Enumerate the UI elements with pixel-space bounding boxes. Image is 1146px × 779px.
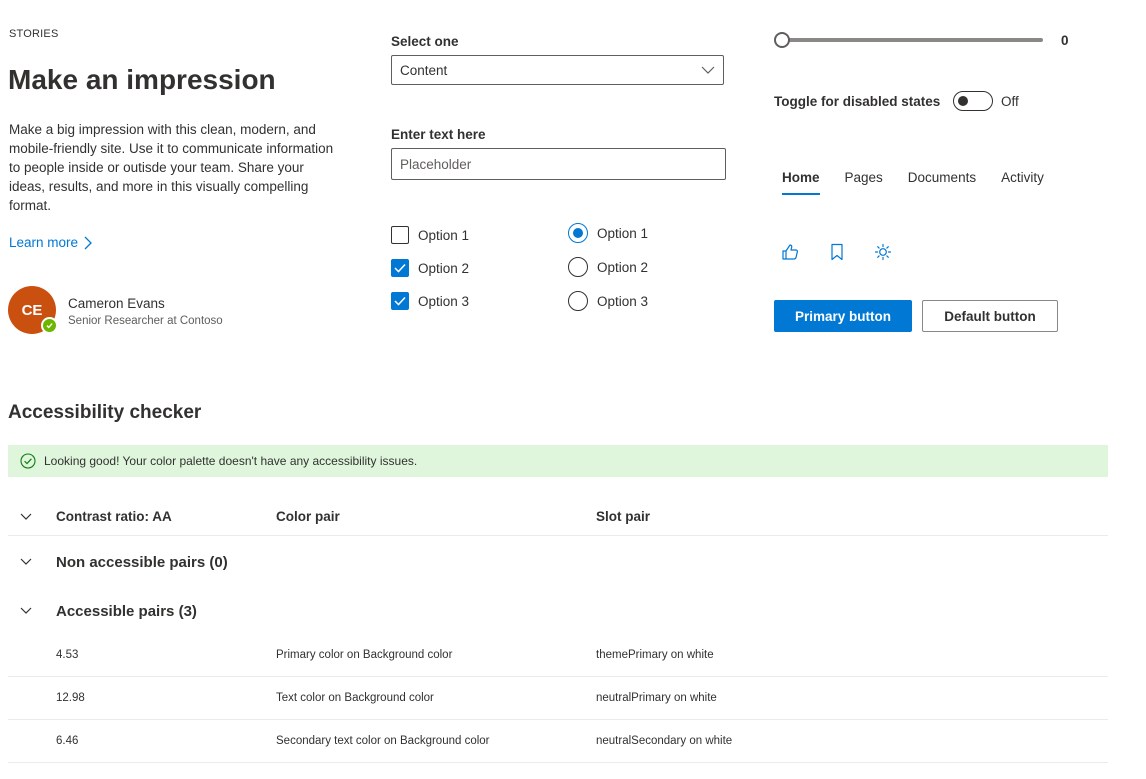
tab-activity[interactable]: Activity (993, 160, 1052, 195)
section-eyebrow: STORIES (9, 28, 59, 40)
contrast-ratio-cell: 4.53 (56, 649, 79, 661)
bookmark-button[interactable] (821, 236, 853, 268)
slider-value: 0 (1061, 33, 1069, 48)
group-expand-toggle[interactable] (8, 607, 44, 615)
tab-home[interactable]: Home (774, 160, 828, 195)
radio-option-1[interactable]: Option 1 (568, 223, 648, 243)
disabled-states-toggle[interactable] (953, 91, 993, 111)
like-button[interactable] (774, 236, 806, 268)
radio-unselected[interactable] (568, 257, 588, 277)
column-header-contrast[interactable]: Contrast ratio: AA (56, 509, 172, 524)
avatar-initials: CE (21, 301, 43, 319)
contrast-ratio-cell: 12.98 (56, 692, 85, 704)
radio-selected[interactable] (568, 223, 588, 243)
bookmark-icon (831, 243, 843, 261)
checkbox-option-2[interactable]: Option 2 (391, 259, 469, 277)
checkmark-icon (394, 296, 406, 306)
success-check-icon (20, 453, 36, 469)
radio-option-2[interactable]: Option 2 (568, 257, 648, 277)
like-icon (782, 244, 798, 260)
avatar: CE (8, 286, 58, 334)
slot-pair-cell: neutralSecondary on white (596, 735, 733, 747)
text-input[interactable] (391, 148, 726, 180)
learn-more-link[interactable]: Learn more (9, 235, 92, 250)
tab-pages[interactable]: Pages (837, 160, 891, 195)
primary-button[interactable]: Primary button (774, 300, 912, 332)
persona-role: Senior Researcher at Contoso (68, 315, 223, 327)
checkbox-unchecked[interactable] (391, 226, 409, 244)
chevron-down-icon (20, 607, 32, 614)
learn-more-label: Learn more (9, 235, 79, 250)
chevron-down-icon (701, 66, 715, 74)
table-row[interactable]: 4.53 Primary color on Background color t… (8, 634, 1108, 677)
checkbox-option-3[interactable]: Option 3 (391, 292, 469, 310)
chevron-right-icon (84, 236, 92, 249)
checkmark-icon (394, 263, 406, 273)
dropdown-label: Select one (391, 34, 459, 49)
table-row[interactable]: 12.98 Text color on Background color neu… (8, 677, 1108, 720)
group-expand-toggle[interactable] (8, 558, 44, 566)
slider-track[interactable] (781, 38, 1043, 42)
accessibility-checker-title: Accessibility checker (8, 402, 202, 423)
content-dropdown[interactable]: Content (391, 55, 724, 85)
column-header-slot-pair[interactable]: Slot pair (596, 509, 650, 524)
checkbox-label: Option 1 (418, 227, 470, 243)
color-pair-cell: Text color on Background color (276, 692, 434, 704)
hero-description: Make a big impression with this clean, m… (9, 122, 334, 213)
radio-option-3[interactable]: Option 3 (568, 291, 648, 311)
brightness-icon (874, 243, 892, 261)
presence-available-icon (41, 317, 58, 334)
persona-name: Cameron Evans (68, 296, 165, 311)
group-header-non-accessible[interactable]: Non accessible pairs (0) (8, 538, 1108, 586)
pivot-tabs: Home Pages Documents Activity (774, 160, 1061, 195)
checkbox-option-1[interactable]: Option 1 (391, 226, 469, 244)
dropdown-value: Content (400, 62, 448, 78)
chevron-down-icon (20, 513, 32, 520)
column-header-color-pair[interactable]: Color pair (276, 509, 340, 524)
table-row[interactable]: 6.46 Secondary text color on Background … (8, 720, 1108, 763)
slot-pair-cell: themePrimary on white (596, 649, 714, 661)
success-banner: Looking good! Your color palette doesn't… (8, 445, 1108, 477)
checkbox-checked[interactable] (391, 292, 409, 310)
group-header-accessible[interactable]: Accessible pairs (3) (8, 587, 1108, 635)
radio-label: Option 2 (597, 259, 649, 275)
slider-thumb[interactable] (774, 32, 790, 48)
contrast-ratio-cell: 6.46 (56, 735, 79, 747)
brightness-button[interactable] (867, 236, 899, 268)
page-title: Make an impression (8, 64, 276, 95)
checkbox-label: Option 3 (418, 293, 470, 309)
group-label: Non accessible pairs (0) (56, 553, 228, 571)
color-pair-cell: Primary color on Background color (276, 649, 453, 661)
text-field-label: Enter text here (391, 127, 486, 142)
default-button[interactable]: Default button (922, 300, 1058, 332)
radio-label: Option 1 (597, 225, 649, 241)
slot-pair-cell: neutralPrimary on white (596, 692, 717, 704)
toggle-state-text: Off (1001, 94, 1019, 109)
tab-documents[interactable]: Documents (900, 160, 984, 195)
radio-unselected[interactable] (568, 291, 588, 311)
radio-label: Option 3 (597, 293, 649, 309)
collapse-all-toggle[interactable] (8, 513, 44, 521)
toggle-label: Toggle for disabled states (774, 94, 941, 109)
color-pair-cell: Secondary text color on Background color (276, 735, 490, 747)
banner-message: Looking good! Your color palette doesn't… (44, 454, 418, 468)
chevron-down-icon (20, 558, 32, 565)
group-label: Accessible pairs (3) (56, 602, 197, 620)
checkbox-label: Option 2 (418, 260, 470, 276)
checkbox-checked[interactable] (391, 259, 409, 277)
table-header-row: Contrast ratio: AA Color pair Slot pair (8, 498, 1108, 536)
